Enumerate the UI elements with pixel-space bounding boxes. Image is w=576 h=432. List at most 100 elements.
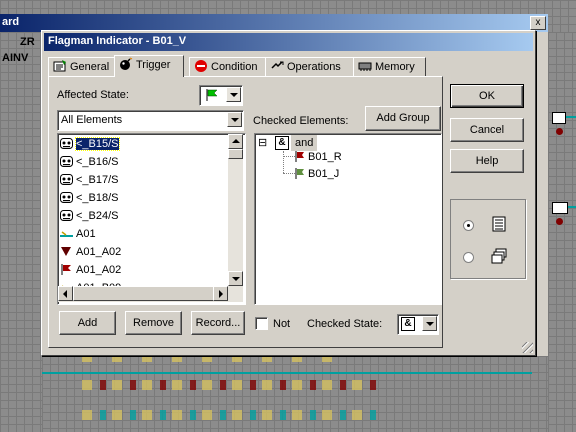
add-group-button[interactable]: Add Group xyxy=(365,106,441,131)
list-item[interactable]: <_B18/S xyxy=(60,189,230,207)
list-item[interactable]: <_B16/S xyxy=(60,153,230,171)
list-item-label: <_B24/S xyxy=(76,210,119,222)
affected-state-label: Affected State: xyxy=(57,89,129,101)
checked-state-dropdown[interactable]: & xyxy=(397,314,439,335)
background-dot-icon xyxy=(556,218,563,225)
background-track xyxy=(42,372,532,374)
tree-item[interactable]: B01_J xyxy=(295,167,339,181)
bomb-icon xyxy=(120,57,133,70)
element-filter-dropdown[interactable]: All Elements xyxy=(57,110,244,131)
tree-item-label: B01_R xyxy=(308,151,342,163)
background-dot-icon xyxy=(556,128,563,135)
green-flag-icon xyxy=(206,89,218,101)
scroll-up-icon[interactable] xyxy=(228,134,243,149)
memory-icon xyxy=(358,62,372,71)
background-window-title: ard xyxy=(2,16,20,28)
list-item-label: A01_A02 xyxy=(76,264,122,276)
not-checkbox[interactable] xyxy=(255,317,268,330)
resize-grip-icon[interactable] xyxy=(522,342,533,353)
list-view-icon xyxy=(492,216,506,232)
trigger-panel: Affected State: All Elements <_B15/S <_B… xyxy=(48,76,443,348)
scroll-right-icon[interactable] xyxy=(213,286,228,301)
list-item-label: A01_A02 xyxy=(76,246,122,258)
affected-state-dropdown[interactable] xyxy=(199,85,243,106)
tab-label: General xyxy=(70,61,110,73)
background-close-button[interactable]: x xyxy=(530,16,546,30)
green-flag-icon xyxy=(295,168,304,179)
scroll-thumb[interactable] xyxy=(73,286,215,301)
tab-general[interactable]: General xyxy=(48,57,116,76)
tab-label: Operations xyxy=(287,61,341,73)
list-item[interactable]: A01_A02 xyxy=(60,243,230,261)
list-item[interactable]: <_B15/S xyxy=(60,135,230,153)
triangle-down-icon xyxy=(61,247,71,256)
tab-operations[interactable]: Operations xyxy=(265,57,355,76)
track-icon xyxy=(60,231,73,237)
background-element-row xyxy=(82,410,382,420)
cancel-button[interactable]: Cancel xyxy=(450,118,524,142)
scroll-left-icon[interactable] xyxy=(58,286,73,301)
background-bottom-grid xyxy=(42,356,548,432)
checked-elements-tree[interactable]: ⊟ & and B01_R B01_J xyxy=(254,133,442,305)
tree-connector xyxy=(283,151,285,173)
signal-face-icon xyxy=(60,138,73,149)
list-item[interactable]: <_B24/S xyxy=(60,207,230,225)
chevron-down-icon[interactable] xyxy=(227,112,242,127)
add-button[interactable]: Add xyxy=(59,311,116,335)
checked-state-value: & xyxy=(401,317,415,331)
signal-face-icon xyxy=(60,156,73,167)
tab-label: Trigger xyxy=(136,59,171,71)
signal-face-icon xyxy=(60,210,73,221)
tree-item-label: B01_J xyxy=(308,168,340,180)
list-item-label: <_B18/S xyxy=(76,192,119,204)
red-flag-icon xyxy=(295,151,304,162)
dialog-titlebar[interactable]: Flagman Indicator - B01_V xyxy=(44,33,533,51)
scroll-down-icon[interactable] xyxy=(228,271,243,286)
background-element-row xyxy=(82,380,382,390)
tab-condition[interactable]: Condition xyxy=(189,57,269,76)
help-button[interactable]: Help xyxy=(450,149,524,173)
list-view-radio[interactable] xyxy=(463,220,474,231)
list-item[interactable]: A01_A02 xyxy=(60,261,230,279)
chevron-down-icon[interactable] xyxy=(422,316,437,331)
list-item[interactable]: A01 xyxy=(60,225,230,243)
signal-face-icon xyxy=(60,192,73,203)
list-item-label: <_B16/S xyxy=(76,156,119,168)
operations-icon xyxy=(271,61,284,69)
tree-expander-icon[interactable]: ⊟ xyxy=(258,136,267,149)
cascade-view-icon xyxy=(491,248,507,264)
list-item-label: A01 xyxy=(76,228,96,240)
signal-face-icon xyxy=(60,174,73,185)
remove-button[interactable]: Remove xyxy=(125,311,182,335)
chevron-down-icon[interactable] xyxy=(226,87,241,102)
tab-label: Condition xyxy=(211,61,258,73)
not-label: Not xyxy=(273,318,291,330)
tree-connector xyxy=(283,156,295,157)
elements-list-vscrollbar[interactable] xyxy=(228,134,243,286)
tree-connector xyxy=(283,173,295,174)
general-icon xyxy=(53,60,66,72)
ok-button[interactable]: OK xyxy=(450,84,524,108)
background-left-grid xyxy=(0,32,42,432)
tab-trigger[interactable]: Trigger xyxy=(114,55,184,77)
element-filter-value: All Elements xyxy=(61,114,123,126)
tab-label: Memory xyxy=(375,61,415,73)
tab-memory[interactable]: Memory xyxy=(353,57,426,76)
red-flag-icon xyxy=(61,264,71,275)
view-mode-group xyxy=(450,199,526,279)
background-label-zr: ZR xyxy=(20,36,35,48)
background-right-grid xyxy=(548,32,576,432)
tree-item[interactable]: B01_R xyxy=(295,150,342,164)
tree-root-label[interactable]: and xyxy=(291,135,318,151)
flagman-indicator-dialog: Flagman Indicator - B01_V General Trigge… xyxy=(41,30,536,356)
elements-list-hscrollbar[interactable] xyxy=(58,286,243,302)
scroll-thumb[interactable] xyxy=(228,149,243,159)
record-button[interactable]: Record... xyxy=(191,311,245,335)
elements-list[interactable]: <_B15/S <_B16/S <_B17/S <_B18/S <_B24/S … xyxy=(57,133,246,305)
list-item[interactable]: <_B17/S xyxy=(60,171,230,189)
cascade-view-radio[interactable] xyxy=(463,252,474,263)
list-item-label: <_B15/S xyxy=(75,137,120,151)
background-label-ainv: AINV xyxy=(2,52,29,64)
checked-state-label: Checked State: xyxy=(307,318,383,330)
checked-elements-label: Checked Elements: xyxy=(253,115,349,127)
